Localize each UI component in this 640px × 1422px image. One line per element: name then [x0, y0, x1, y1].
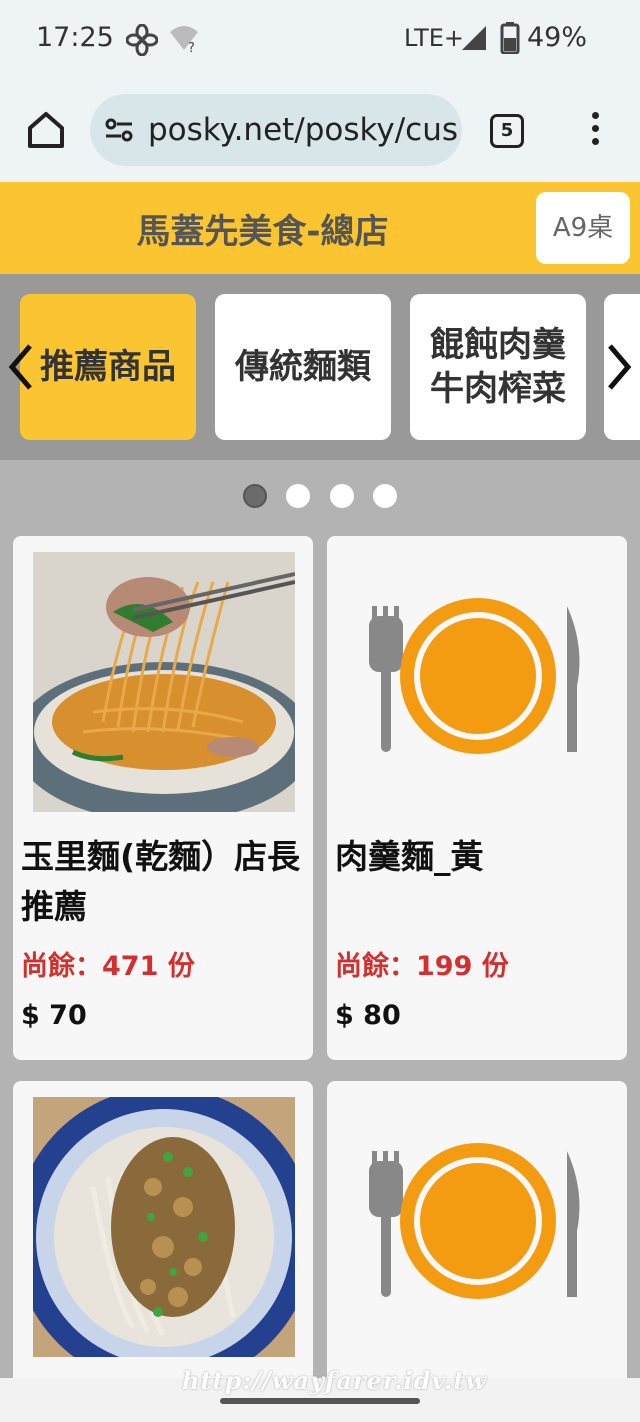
address-bar[interactable]: posky.net/posky/cus	[90, 94, 462, 166]
page-indicator	[0, 484, 640, 510]
battery-percent: 49%	[527, 22, 588, 53]
plate-cutlery-icon	[369, 1143, 580, 1299]
product-card[interactable]	[327, 1081, 627, 1401]
category-label: 推薦商品	[40, 347, 176, 387]
watermark: http://wayfarer.idv.tw	[182, 1366, 488, 1395]
category-traditional-noodles[interactable]: 傳統麵類	[215, 294, 391, 440]
page-dot[interactable]	[286, 484, 311, 508]
category-label: 餛飩肉羹 牛肉榨菜	[430, 325, 566, 409]
noodles-pork-photo	[33, 1097, 295, 1357]
product-price: $ 80	[335, 1000, 401, 1031]
product-price: $ 70	[21, 1000, 87, 1031]
product-name: 玉里麵(乾麵）店長推薦	[21, 837, 301, 926]
svg-text:?: ?	[188, 41, 195, 54]
category-wonton-beef[interactable]: 餛飩肉羹 牛肉榨菜	[410, 294, 586, 440]
url-text[interactable]: posky.net/posky/cus	[148, 112, 458, 148]
signal-icon	[462, 26, 486, 50]
page-dot[interactable]	[329, 484, 354, 508]
status-bar: 17:25 ? LTE+ 49%	[0, 0, 640, 80]
browser-toolbar: posky.net/posky/cus 5	[0, 80, 640, 182]
product-stock: 尚餘：471 份	[21, 951, 195, 982]
more-menu-icon[interactable]	[586, 112, 604, 152]
fan-icon	[126, 24, 158, 56]
product-card[interactable]: 肉羹麵_黃 尚餘：199 份 $ 80	[327, 536, 627, 1060]
store-header: 馬蓋先美食-總店 A9桌	[0, 182, 640, 274]
product-stock: 尚餘：199 份	[335, 951, 509, 982]
product-card[interactable]: 玉里麵(乾麵）店長推薦 尚餘：471 份 $ 70	[13, 536, 313, 1060]
store-name: 馬蓋先美食-總店	[136, 212, 389, 252]
page-dot-active[interactable]	[243, 484, 268, 508]
site-settings-icon[interactable]	[104, 118, 134, 142]
tab-switcher-button[interactable]: 5	[490, 114, 524, 148]
product-name: 肉羹麵_黃	[335, 837, 484, 876]
gesture-handle[interactable]	[220, 1398, 420, 1404]
category-recommended[interactable]: 推薦商品	[20, 294, 196, 440]
page-dot[interactable]	[372, 484, 397, 508]
category-label: 傳統麵類	[235, 347, 371, 387]
battery-icon	[500, 22, 520, 54]
chevron-right-icon[interactable]	[604, 342, 634, 392]
table-badge: A9桌	[536, 192, 630, 264]
noodles-photo	[33, 552, 295, 812]
plate-cutlery-icon	[369, 598, 580, 754]
product-card[interactable]	[13, 1081, 313, 1401]
status-time: 17:25	[36, 22, 114, 53]
category-carousel: 推薦商品 傳統麵類 餛飩肉羹 牛肉榨菜	[0, 274, 640, 460]
wifi-question-icon: ?	[170, 26, 198, 54]
chevron-left-icon[interactable]	[6, 342, 36, 392]
network-type: LTE+	[404, 24, 464, 52]
home-icon[interactable]	[24, 108, 68, 152]
